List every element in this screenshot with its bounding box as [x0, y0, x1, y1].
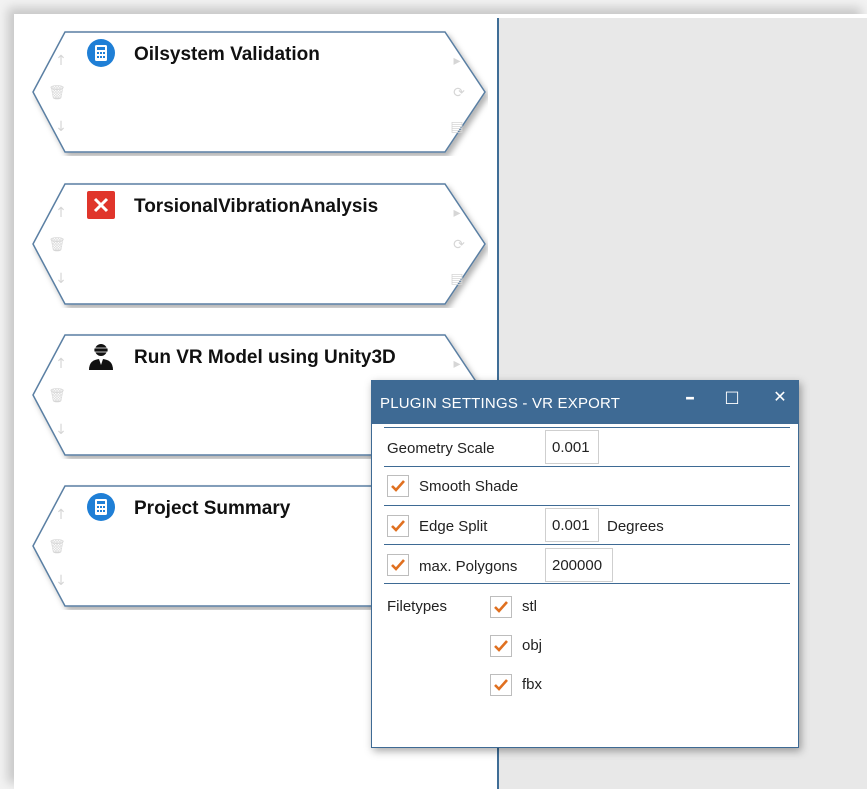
edge-split-input[interactable]: 0.001 — [545, 508, 599, 542]
smooth-shade-checkbox[interactable] — [387, 475, 409, 497]
filetype-fbx-checkbox[interactable] — [490, 674, 512, 696]
calculator-icon — [86, 492, 116, 522]
delete-icon[interactable]: 🗑 — [48, 387, 66, 405]
geometry-scale-row: Geometry Scale 0.001 — [384, 427, 790, 466]
delete-icon[interactable]: 🗑 — [48, 538, 66, 556]
delete-icon[interactable]: 🗑 — [48, 236, 66, 254]
dialog-title: PLUGIN SETTINGS - VR EXPORT — [380, 395, 621, 412]
refresh-icon[interactable]: ⟳ — [450, 236, 468, 254]
minimize-button[interactable]: – — [676, 385, 704, 411]
edge-split-checkbox[interactable] — [387, 515, 409, 537]
max-polygons-row: max. Polygons 200000 — [384, 544, 790, 583]
max-polygons-label: max. Polygons — [419, 558, 518, 575]
move-down-icon[interactable]: ↓ — [52, 118, 70, 136]
filetype-stl-checkbox[interactable] — [490, 596, 512, 618]
filetype-obj-checkbox[interactable] — [490, 635, 512, 657]
close-button[interactable]: ✕ — [766, 387, 794, 413]
edge-split-row: Edge Split 0.001 Degrees — [384, 505, 790, 544]
filetype-stl-label: stl — [522, 598, 537, 615]
save-icon[interactable]: ▤ — [448, 118, 466, 136]
workflow-step-card[interactable]: ↑ 🗑 ↓ ▸ ⟳ ▤ Oilsystem Validation — [30, 30, 488, 156]
filetype-fbx-label: fbx — [522, 676, 543, 693]
card-title: TorsionalVibrationAnalysis — [134, 196, 379, 217]
move-up-icon[interactable]: ↑ — [52, 204, 70, 222]
max-polygons-input[interactable]: 200000 — [545, 548, 613, 582]
move-down-icon[interactable]: ↓ — [52, 270, 70, 288]
filetypes-label: Filetypes — [387, 598, 448, 615]
save-icon[interactable]: ▤ — [448, 270, 466, 288]
maximize-button[interactable]: □ — [718, 387, 746, 413]
geometry-scale-input[interactable]: 0.001 — [545, 430, 599, 464]
smooth-shade-row: Smooth Shade — [384, 466, 790, 505]
workflow-step-card[interactable]: ↑ 🗑 ↓ ▸ ⟳ ▤ TorsionalVibrationAnalysis — [30, 182, 488, 308]
move-down-icon[interactable]: ↓ — [52, 572, 70, 590]
calculator-icon — [86, 38, 116, 68]
filetype-obj-label: obj — [522, 637, 543, 654]
move-up-icon[interactable]: ↑ — [52, 355, 70, 373]
move-down-icon[interactable]: ↓ — [52, 421, 70, 439]
vr-user-icon — [86, 341, 116, 371]
move-up-icon[interactable]: ↑ — [52, 506, 70, 524]
run-icon[interactable]: ▸ — [448, 355, 466, 373]
move-up-icon[interactable]: ↑ — [52, 52, 70, 70]
dialog-titlebar[interactable]: PLUGIN SETTINGS - VR EXPORT – □ ✕ — [372, 381, 798, 424]
filetypes-row: Filetypes stl obj fbx — [384, 583, 790, 714]
refresh-icon[interactable]: ⟳ — [450, 84, 468, 102]
run-icon[interactable]: ▸ — [448, 204, 466, 222]
edge-split-label: Edge Split — [419, 518, 488, 535]
smooth-shade-label: Smooth Shade — [419, 478, 519, 495]
edge-split-unit: Degrees — [607, 518, 664, 535]
card-title: Project Summary — [134, 498, 291, 519]
run-icon[interactable]: ▸ — [448, 52, 466, 70]
card-title: Oilsystem Validation — [134, 44, 320, 65]
plugin-settings-dialog: PLUGIN SETTINGS - VR EXPORT – □ ✕ Geomet… — [371, 380, 799, 748]
max-polygons-checkbox[interactable] — [387, 554, 409, 576]
torsional-x-icon — [86, 190, 116, 220]
geometry-scale-label: Geometry Scale — [387, 440, 495, 457]
card-title: Run VR Model using Unity3D — [134, 347, 396, 368]
delete-icon[interactable]: 🗑 — [48, 84, 66, 102]
